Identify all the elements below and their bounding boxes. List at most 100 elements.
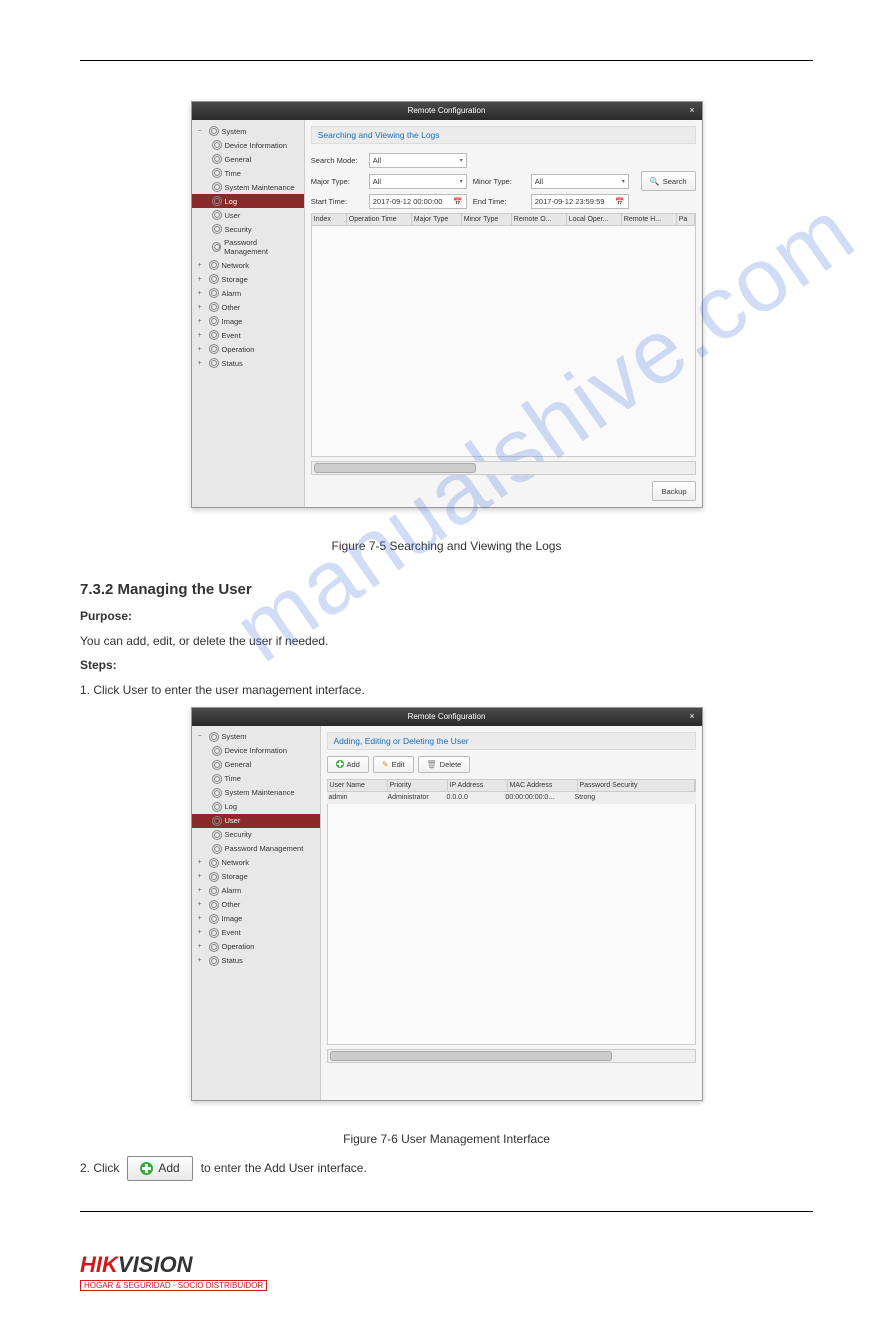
add-big-button[interactable]: Add (127, 1156, 192, 1181)
edit-button[interactable]: ✎Edit (373, 756, 414, 773)
tree-operation[interactable]: +Operation (192, 940, 320, 954)
tree-status[interactable]: +Status (192, 356, 304, 370)
tree-other[interactable]: +Other (192, 898, 320, 912)
search-button[interactable]: 🔍Search (641, 171, 696, 191)
tree-user[interactable]: User (192, 814, 320, 828)
user-table-row[interactable]: admin Administrator 0.0.0.0 00:00:00:00:… (327, 792, 696, 804)
delete-button[interactable]: 🗑Delete (418, 756, 471, 773)
figure-caption: Figure 7-6 User Management Interface (80, 1131, 813, 1148)
gear-icon (212, 844, 222, 854)
purpose-label: Purpose: (80, 609, 132, 623)
gear-icon (209, 274, 219, 284)
tree-network[interactable]: +Network (192, 856, 320, 870)
gear-icon (209, 288, 219, 298)
gear-icon (209, 886, 219, 896)
search-mode-select[interactable]: All▾ (369, 153, 467, 168)
add-icon (140, 1162, 153, 1175)
chevron-down-icon: ▾ (460, 157, 463, 164)
tree-log[interactable]: Log (192, 194, 304, 208)
tree-image[interactable]: +Image (192, 314, 304, 328)
calendar-icon: 📅 (615, 197, 624, 206)
add-button[interactable]: Add (327, 756, 369, 773)
horizontal-scrollbar[interactable] (327, 1049, 696, 1063)
gear-icon (209, 956, 219, 966)
tree-storage[interactable]: +Storage (192, 870, 320, 884)
gear-icon (209, 900, 219, 910)
log-table-header: Index Operation Time Major Type Minor Ty… (311, 213, 696, 226)
tree-network[interactable]: +Network (192, 258, 304, 272)
horizontal-scrollbar[interactable] (311, 461, 696, 475)
gear-icon (209, 872, 219, 882)
tree-other[interactable]: +Other (192, 300, 304, 314)
tree-alarm[interactable]: +Alarm (192, 884, 320, 898)
backup-button[interactable]: Backup (652, 481, 695, 501)
tree-operation[interactable]: +Operation (192, 342, 304, 356)
start-time-field[interactable]: 2017-09-12 00:00:00📅 (369, 194, 467, 209)
gear-icon (209, 330, 219, 340)
section-heading: Searching and Viewing the Logs (311, 126, 696, 144)
gear-icon (209, 302, 219, 312)
tree-event[interactable]: +Event (192, 328, 304, 342)
gear-icon (212, 154, 222, 164)
tree-status[interactable]: +Status (192, 954, 320, 968)
log-table-body (311, 226, 696, 457)
step-2-prefix: 2. Click (80, 1160, 119, 1177)
minor-type-label: Minor Type: (473, 177, 525, 186)
tree-general[interactable]: General (192, 152, 304, 166)
gear-icon (212, 242, 222, 252)
delete-icon: 🗑 (427, 760, 437, 769)
tree-device-info[interactable]: Device Information (192, 744, 320, 758)
dialog-title: Remote Configuration (408, 712, 486, 721)
tree-system[interactable]: −System (192, 124, 304, 138)
major-type-select[interactable]: All▾ (369, 174, 467, 189)
tree-security[interactable]: Security (192, 828, 320, 842)
user-table-body (327, 804, 696, 1045)
step-1: 1. Click User to enter the user manageme… (80, 682, 813, 699)
gear-icon (212, 816, 222, 826)
end-time-field[interactable]: 2017-09-12 23:59:59📅 (531, 194, 629, 209)
tree-device-info[interactable]: Device Information (192, 138, 304, 152)
tree-pwd[interactable]: Password Management (192, 236, 304, 258)
gear-icon (209, 942, 219, 952)
tree-sysmaint[interactable]: System Maintenance (192, 180, 304, 194)
minor-type-select[interactable]: All▾ (531, 174, 629, 189)
tree-time[interactable]: Time (192, 166, 304, 180)
gear-icon (209, 858, 219, 868)
tree-system[interactable]: −System (192, 730, 320, 744)
tree-sysmaint[interactable]: System Maintenance (192, 786, 320, 800)
tree-alarm[interactable]: +Alarm (192, 286, 304, 300)
figure-caption: Figure 7-5 Searching and Viewing the Log… (80, 538, 813, 555)
chevron-down-icon: ▾ (622, 178, 625, 185)
gear-icon (209, 344, 219, 354)
search-icon: 🔍 (650, 177, 660, 186)
gear-icon (209, 928, 219, 938)
remote-config-dialog-logs: Remote Configuration × −System Device In… (191, 101, 703, 508)
tree-log[interactable]: Log (192, 800, 320, 814)
dialog-titlebar: Remote Configuration × (192, 102, 702, 120)
tree-pwd[interactable]: Password Management (192, 842, 320, 856)
edit-icon: ✎ (382, 760, 389, 769)
steps-label: Steps: (80, 658, 117, 672)
tree-time[interactable]: Time (192, 772, 320, 786)
tree-general[interactable]: General (192, 758, 320, 772)
scrollbar-thumb[interactable] (330, 1051, 612, 1061)
remote-config-dialog-user: Remote Configuration × −System Device In… (191, 707, 703, 1101)
tree-security[interactable]: Security (192, 222, 304, 236)
bottom-rule (80, 1211, 813, 1212)
add-icon (336, 760, 344, 768)
tree-event[interactable]: +Event (192, 926, 320, 940)
top-rule (80, 60, 813, 61)
close-icon[interactable]: × (687, 711, 698, 722)
gear-icon (212, 760, 222, 770)
gear-icon (212, 830, 222, 840)
gear-icon (212, 182, 222, 192)
tree-storage[interactable]: +Storage (192, 272, 304, 286)
scrollbar-thumb[interactable] (314, 463, 476, 473)
search-mode-label: Search Mode: (311, 156, 363, 165)
close-icon[interactable]: × (687, 105, 698, 116)
gear-icon (212, 168, 222, 178)
calendar-icon: 📅 (453, 197, 462, 206)
tree-image[interactable]: +Image (192, 912, 320, 926)
section-heading: Adding, Editing or Deleting the User (327, 732, 696, 750)
tree-user[interactable]: User (192, 208, 304, 222)
